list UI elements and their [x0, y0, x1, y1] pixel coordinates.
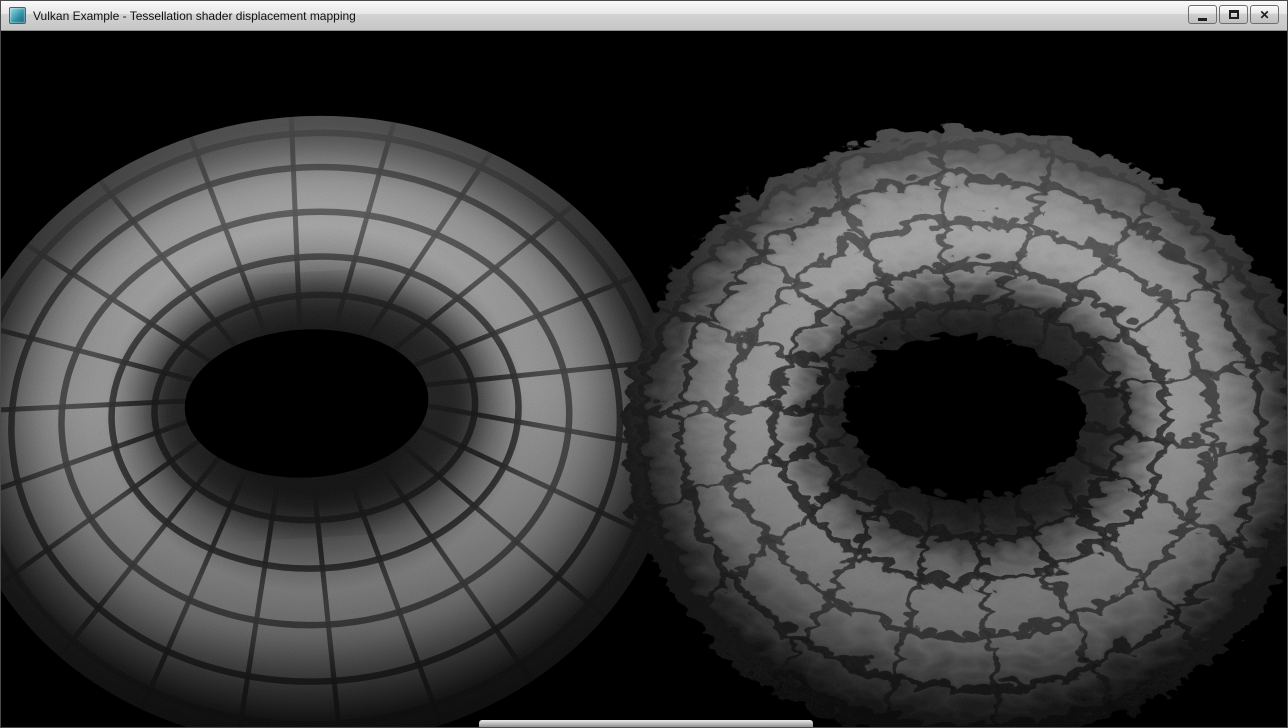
vulkan-app-icon	[9, 7, 26, 24]
window-title: Vulkan Example - Tessellation shader dis…	[33, 9, 356, 23]
maximize-icon	[1229, 10, 1239, 19]
maximize-button[interactable]	[1219, 5, 1248, 24]
bottom-frame-highlight	[479, 720, 813, 727]
titlebar[interactable]: Vulkan Example - Tessellation shader dis…	[1, 1, 1287, 31]
caption-buttons: ✕	[1186, 5, 1279, 24]
close-button[interactable]: ✕	[1250, 5, 1279, 24]
render-viewport[interactable]	[1, 31, 1287, 727]
torus-flat	[1, 97, 694, 727]
torus-displaced	[607, 109, 1287, 727]
minimize-icon	[1198, 18, 1207, 21]
close-icon: ✕	[1259, 9, 1269, 21]
app-window: Vulkan Example - Tessellation shader dis…	[0, 0, 1288, 728]
minimize-button[interactable]	[1188, 5, 1217, 24]
vulkan-render-surface[interactable]	[1, 31, 1287, 727]
